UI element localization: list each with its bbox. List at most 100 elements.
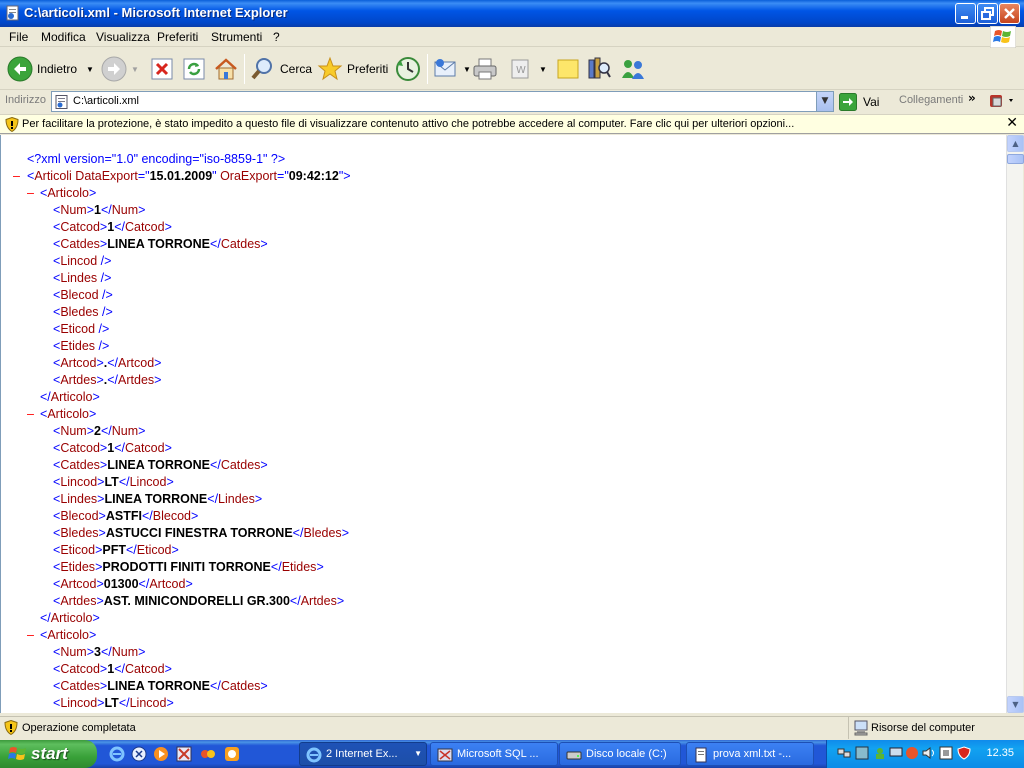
quicklaunch-desktop-icon[interactable] bbox=[131, 746, 147, 762]
quicklaunch-media-player-icon[interactable] bbox=[153, 746, 169, 762]
history-button[interactable] bbox=[394, 53, 422, 85]
menu-help[interactable]: ? bbox=[273, 30, 280, 44]
tray-device-icon[interactable] bbox=[939, 746, 953, 760]
search-button[interactable]: Cerca bbox=[250, 53, 312, 85]
start-label: start bbox=[31, 744, 68, 763]
vertical-scrollbar[interactable]: ▲ ▼ bbox=[1006, 135, 1024, 713]
xml-bracket: > bbox=[254, 492, 263, 506]
scroll-thumb[interactable] bbox=[1007, 154, 1024, 164]
xml-bracket: /> bbox=[98, 305, 113, 319]
print-button[interactable] bbox=[472, 53, 498, 85]
history-icon bbox=[396, 57, 420, 81]
collapse-toggle[interactable]: – bbox=[27, 185, 34, 202]
xml-tag-name: Catcod bbox=[60, 662, 100, 676]
tray-user-icon[interactable] bbox=[873, 746, 887, 760]
start-button[interactable]: start bbox=[0, 740, 97, 768]
menu-visualizza[interactable]: Visualizza bbox=[96, 30, 150, 44]
stop-button[interactable] bbox=[151, 53, 173, 85]
tray-volume-icon[interactable] bbox=[922, 746, 936, 760]
edit-dropdown-icon[interactable]: ▼ bbox=[539, 65, 547, 74]
xml-tag-name: Blecod bbox=[60, 509, 99, 523]
discuss-button[interactable] bbox=[556, 53, 580, 85]
address-input[interactable]: C:\articoli.xml ▼ bbox=[51, 91, 834, 112]
collapse-toggle[interactable]: – bbox=[27, 406, 34, 423]
quicklaunch-ie-icon[interactable] bbox=[109, 746, 125, 762]
xml-tag-name: Etides bbox=[60, 560, 96, 574]
menu-file[interactable]: File bbox=[9, 30, 28, 44]
links-label[interactable]: Collegamenti bbox=[899, 94, 963, 106]
favorites-star-icon bbox=[317, 56, 343, 81]
menu-preferiti[interactable]: Preferiti bbox=[157, 30, 198, 44]
menu-strumenti[interactable]: Strumenti bbox=[211, 30, 262, 44]
collapse-toggle[interactable]: – bbox=[13, 168, 20, 185]
back-button[interactable]: Indietro ▼ bbox=[7, 53, 94, 85]
xml-tag-name: Artdes bbox=[118, 373, 155, 387]
xml-bracket: > bbox=[164, 662, 172, 676]
mail-dropdown-icon[interactable]: ▼ bbox=[463, 65, 471, 74]
back-label: Indietro bbox=[37, 62, 78, 76]
taskbar-button-sql[interactable]: Microsoft SQL ... bbox=[430, 742, 558, 766]
xml-text-value: ASTFI bbox=[105, 509, 142, 523]
quicklaunch-colors-icon[interactable] bbox=[200, 746, 216, 762]
xml-bracket: </ bbox=[138, 577, 150, 591]
edit-word-icon: W bbox=[511, 59, 529, 79]
xml-bracket: > bbox=[96, 356, 104, 370]
xml-bracket: </ bbox=[292, 526, 304, 540]
refresh-button[interactable] bbox=[183, 53, 205, 85]
mail-button[interactable]: ▼ bbox=[433, 53, 471, 85]
quicklaunch-messenger-icon[interactable] bbox=[224, 746, 240, 762]
scroll-up-button[interactable]: ▲ bbox=[1007, 135, 1024, 152]
home-icon bbox=[215, 58, 237, 80]
collapse-toggle[interactable]: – bbox=[27, 627, 34, 644]
xml-content-area[interactable]: <?xml version="1.0" encoding="iso-8859-1… bbox=[0, 135, 1006, 713]
xml-bracket: =" bbox=[137, 169, 150, 183]
xml-bracket: > bbox=[260, 679, 268, 693]
information-bar[interactable]: Per facilitare la protezione, è stato im… bbox=[0, 114, 1024, 134]
edit-button[interactable]: W ▼ bbox=[509, 53, 547, 85]
taskbar-button-internet-explorer[interactable]: 2 Internet Ex... ▼ bbox=[299, 742, 427, 766]
xml-bracket: /> bbox=[97, 271, 112, 285]
tray-shield-icon[interactable] bbox=[957, 746, 971, 760]
tray-monitor-icon[interactable] bbox=[889, 746, 903, 760]
xml-tag-name: Articolo bbox=[50, 611, 93, 625]
xml-tag-name: Catcod bbox=[60, 220, 100, 234]
close-button[interactable] bbox=[999, 3, 1020, 24]
research-button[interactable] bbox=[586, 53, 612, 85]
information-bar-close-icon[interactable]: ✕ bbox=[1006, 115, 1018, 131]
tray-security-icon[interactable] bbox=[905, 746, 919, 760]
addon-button[interactable] bbox=[988, 93, 1016, 113]
links-chevron-icon[interactable]: » bbox=[968, 91, 976, 105]
tray-app-icon[interactable] bbox=[855, 746, 869, 760]
restore-button[interactable] bbox=[977, 3, 998, 24]
close-icon bbox=[1004, 8, 1015, 19]
title-bar[interactable]: C:\articoli.xml - Microsoft Internet Exp… bbox=[0, 0, 1024, 27]
xml-bracket: > bbox=[171, 543, 179, 557]
messenger-button[interactable] bbox=[619, 53, 647, 85]
xml-bracket: </ bbox=[210, 237, 221, 251]
xml-tag-name: Articolo bbox=[47, 628, 89, 642]
quicklaunch-tool-icon[interactable] bbox=[176, 746, 192, 762]
xml-tag-name: Articolo bbox=[47, 186, 89, 200]
menu-modifica[interactable]: Modifica bbox=[41, 30, 86, 44]
xml-tag-name: Bledes bbox=[60, 526, 99, 540]
go-button[interactable]: Vai bbox=[839, 92, 879, 111]
address-dropdown-button[interactable]: ▼ bbox=[816, 92, 833, 111]
taskbar-button-local-disk[interactable]: Disco locale (C:) bbox=[559, 742, 681, 766]
xml-tag-name: Etides bbox=[281, 560, 317, 574]
forward-button[interactable]: ▼ bbox=[101, 53, 139, 85]
favorites-button[interactable]: Preferiti bbox=[317, 53, 388, 85]
tray-network-icon[interactable] bbox=[837, 746, 851, 760]
minimize-button[interactable] bbox=[955, 3, 976, 24]
home-button[interactable] bbox=[213, 53, 239, 85]
taskbar-button-notepad[interactable]: prova xml.txt -... bbox=[686, 742, 814, 766]
back-dropdown-icon[interactable]: ▼ bbox=[86, 65, 94, 74]
xml-bracket: > bbox=[86, 645, 95, 659]
xml-tag-name: Lindes bbox=[60, 492, 98, 506]
security-zone[interactable]: Risorse del computer bbox=[848, 717, 1024, 739]
forward-dropdown-icon[interactable]: ▼ bbox=[131, 65, 139, 74]
xml-tag-name: Eticod bbox=[60, 543, 96, 557]
hard-disk-icon bbox=[566, 751, 582, 760]
xml-bracket: > bbox=[316, 560, 324, 574]
xml-bracket: </ bbox=[107, 373, 119, 387]
scroll-down-button[interactable]: ▼ bbox=[1007, 696, 1024, 713]
